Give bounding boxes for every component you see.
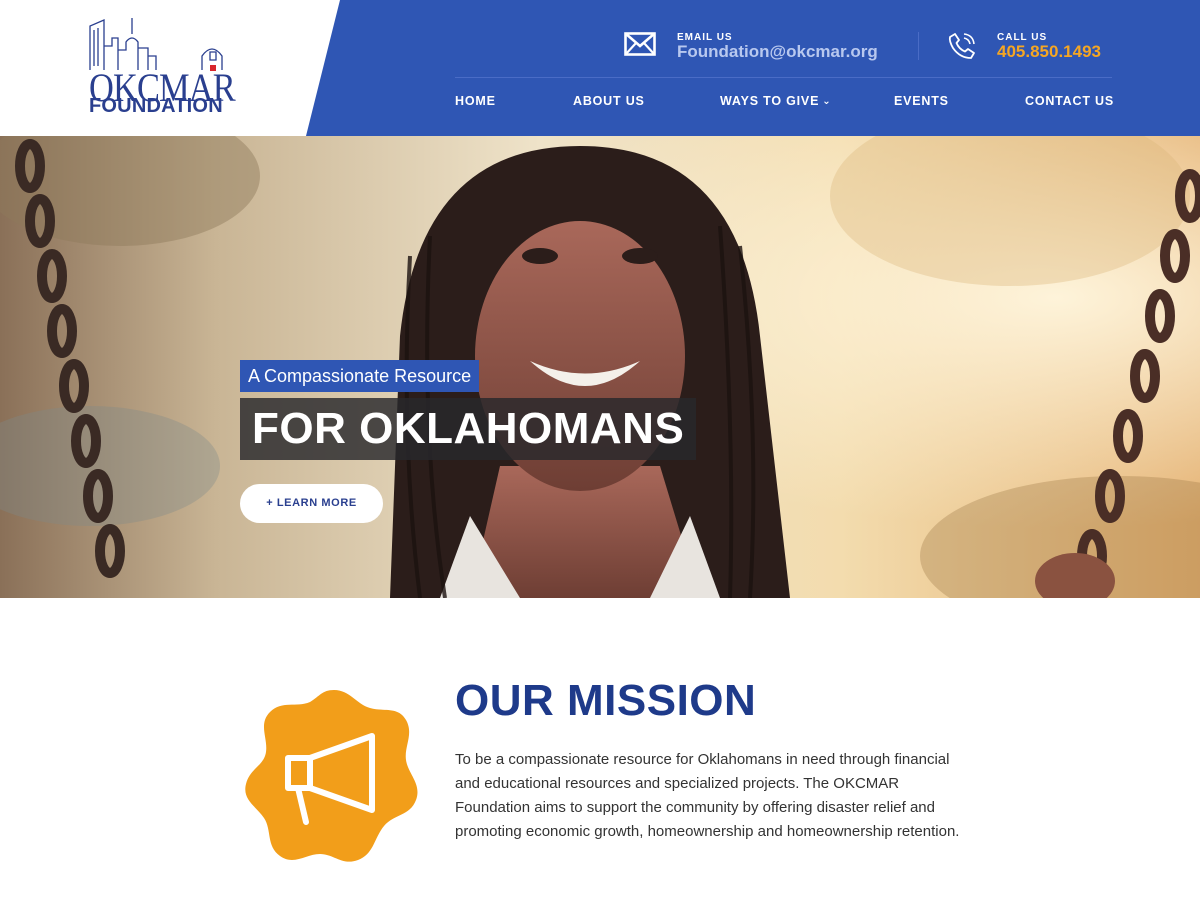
megaphone-icon [245,690,418,862]
header-divider [455,77,1112,78]
hero-tagline: A Compassionate Resource [240,360,480,392]
logo-wordmark-foundation: FOUNDATION [89,95,223,117]
header-blue-panel [306,0,1200,136]
nav-contact-us[interactable]: CONTACT US [1025,94,1114,108]
nav-ways-to-give[interactable]: WAYS TO GIVE ⌄ [720,94,831,108]
nav-about-us[interactable]: ABOUT US [573,94,645,108]
nav-home[interactable]: HOME [455,94,496,108]
email-contact[interactable]: EMAIL US Foundation@okcmar.org [624,28,904,68]
phone-link[interactable]: 405.850.1493 [997,42,1101,62]
hero-photo [0,136,1200,598]
learn-more-button[interactable]: + LEARN MORE [240,484,383,523]
phone-icon [948,32,976,65]
okcmar-foundation-logo[interactable]: OKCMAR FOUNDATION [86,16,246,120]
hero-banner: A Compassionate Resource FOR OKLAHOMANS … [0,136,1200,598]
phone-contact[interactable]: CALL US 405.850.1493 [948,28,1118,68]
mission-title: OUR MISSION [455,676,757,725]
contact-divider [918,32,919,60]
mission-body: To be a compassionate resource for Oklah… [455,751,960,840]
chevron-down-icon: ⌄ [822,96,832,107]
mission-badge [240,684,428,872]
email-link[interactable]: Foundation@okcmar.org [677,42,878,62]
hero-heading: FOR OKLAHOMANS [240,398,697,460]
nav-events[interactable]: EVENTS [894,94,949,108]
envelope-icon [624,32,656,61]
site-header: OKCMAR FOUNDATION EMAIL US Foundation@ok… [0,0,1200,136]
nav-ways-to-give-label: WAYS TO GIVE [720,94,820,108]
